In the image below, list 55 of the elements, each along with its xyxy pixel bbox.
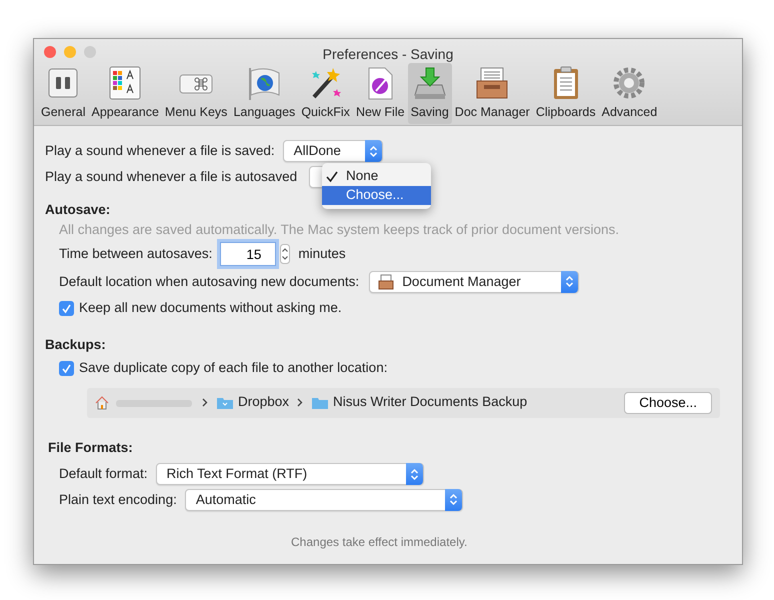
chevron-icon bbox=[202, 398, 208, 407]
inbox-tray-icon bbox=[378, 274, 394, 290]
download-drive-icon bbox=[412, 65, 448, 101]
field-label: Default location when autosaving new documents: bbox=[59, 272, 360, 291]
field-label: Play a sound whenever a file is autosaved bbox=[45, 168, 298, 186]
location-popup[interactable]: Document Manager bbox=[369, 270, 580, 293]
toolbar-tab[interactable]: New File bbox=[352, 63, 408, 124]
stepper[interactable] bbox=[280, 244, 290, 264]
chevron-icon bbox=[297, 398, 304, 407]
section-heading: Backups: bbox=[45, 336, 107, 354]
gear-icon bbox=[611, 65, 648, 101]
format-popup[interactable]: Rich Text Format (RTF) bbox=[156, 463, 424, 486]
globe-flag-icon bbox=[246, 65, 282, 101]
close-button[interactable] bbox=[44, 46, 56, 58]
palette-icon bbox=[107, 65, 144, 101]
menu-item[interactable]: Choose... bbox=[322, 186, 431, 205]
window-title: Preferences - Saving bbox=[322, 46, 454, 62]
field-label: Time between autosaves: bbox=[59, 245, 212, 264]
checkbox[interactable] bbox=[59, 361, 74, 376]
updown-arrows-icon bbox=[368, 144, 378, 158]
path-item[interactable]: Dropbox bbox=[238, 392, 290, 413]
toolbar-tab[interactable]: Menu Keys bbox=[162, 63, 230, 124]
inbox-tray-icon bbox=[474, 65, 510, 101]
field-label: Plain text encoding: bbox=[59, 490, 177, 509]
sound-popup[interactable]: AllDone bbox=[282, 140, 383, 162]
encoding-popup[interactable]: Automatic bbox=[184, 488, 463, 511]
checkbox[interactable] bbox=[59, 300, 74, 316]
footer-note: Changes take effect immediately. bbox=[291, 534, 468, 551]
toolbar-tab[interactable]: Languages bbox=[230, 63, 298, 124]
updown-arrows-icon bbox=[410, 468, 419, 481]
section-heading: Autosave: bbox=[45, 201, 112, 219]
toolbar-tab[interactable]: Saving bbox=[408, 63, 452, 124]
section-heading: File Formats: bbox=[47, 438, 134, 456]
path-item[interactable]: Nisus Writer Documents Backup bbox=[333, 392, 528, 413]
home-icon bbox=[95, 396, 109, 410]
field-label: Default format: bbox=[59, 465, 148, 484]
folder-icon bbox=[311, 396, 330, 410]
toolbar-tab[interactable]: Clipboards bbox=[532, 63, 599, 124]
checkmark-icon bbox=[326, 170, 338, 183]
unit-label: minutes bbox=[298, 245, 346, 264]
checkbox-label: Keep all new documents without asking me. bbox=[79, 299, 342, 318]
checkbox-label: Save duplicate copy of each file to another location: bbox=[79, 359, 388, 378]
info-text: All changes are saved automatically. The Mac system keeps track of prior document versions. bbox=[59, 221, 620, 240]
toolbar-tab[interactable]: Advanced bbox=[598, 63, 660, 124]
folder-icon bbox=[216, 396, 234, 410]
field-label: Play a sound whenever a file is saved: bbox=[45, 142, 275, 160]
updown-arrows-icon bbox=[448, 493, 458, 506]
choose-button[interactable]: Choose... bbox=[624, 392, 712, 414]
toolbar-tab[interactable]: Doc Manager bbox=[452, 63, 533, 124]
toolbar-tab[interactable]: QuickFix bbox=[298, 63, 353, 124]
updown-arrows-icon bbox=[565, 275, 574, 288]
interval-field[interactable]: 15 bbox=[220, 242, 276, 266]
menu-item[interactable]: None bbox=[322, 167, 431, 186]
toolbar-tab[interactable]: General bbox=[38, 63, 88, 124]
toolbar-tab[interactable]: Appearance bbox=[88, 63, 162, 124]
